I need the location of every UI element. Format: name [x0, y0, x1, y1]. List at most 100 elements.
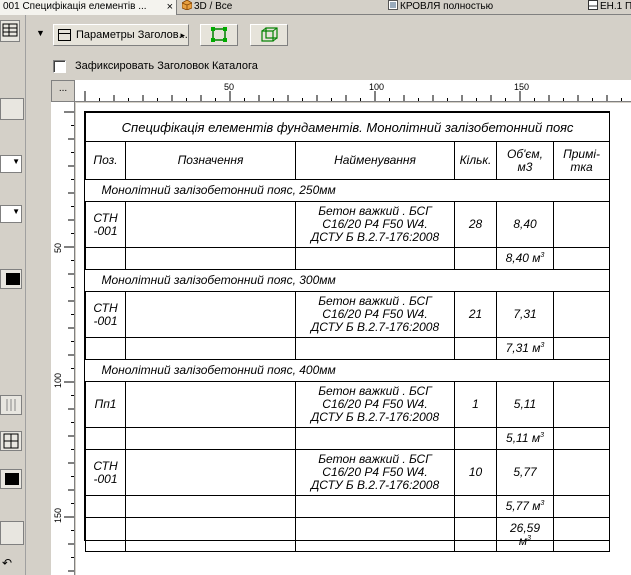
header-designation[interactable]: Позначення [125, 141, 296, 180]
subtotal-row: 5,11 м3 [85, 427, 611, 450]
cell-pos[interactable]: Пп1 [85, 381, 126, 428]
cell-pos[interactable]: СТН -001 [85, 201, 126, 248]
header-pos[interactable]: Поз. [85, 141, 126, 180]
pos-line1: СТН [93, 210, 118, 225]
fix-header-checkbox[interactable] [53, 60, 66, 73]
cell-volume[interactable]: 7,31 [496, 291, 554, 338]
left-panel-button[interactable] [0, 98, 24, 120]
unit-power: 3 [540, 342, 545, 349]
table-row[interactable]: СТН -001 Бетон важкий . БСГ С16/20 Р4 F50 … [85, 291, 611, 338]
left-panel-button-2[interactable] [0, 521, 24, 545]
header-volume[interactable]: Об'єм, м3 [496, 141, 554, 180]
table-icon [2, 23, 18, 37]
cell-designation[interactable] [125, 449, 296, 496]
cell-name[interactable]: Бетон важкий . БСГ С16/20 Р4 F50 W4. ДСТУ … [295, 381, 455, 428]
material-line3: ДСТУ Б В.2.7-176:2008 [310, 320, 440, 334]
subtotal-row: 8,40 м3 [85, 247, 611, 270]
dropdown-arrow-icon: ▼ [12, 207, 20, 216]
table-view-button[interactable] [0, 20, 20, 42]
unit-power: 3 [540, 252, 545, 259]
cell-designation[interactable] [125, 291, 296, 338]
cell-note[interactable] [552, 291, 611, 338]
cell-qty[interactable]: 28 [454, 201, 497, 248]
subtotal-row: 5,77 м3 [85, 495, 611, 518]
material-line1: Бетон важкий . БСГ [318, 204, 432, 218]
fill-button[interactable] [0, 469, 22, 489]
cell-pos[interactable]: СТН -001 [85, 449, 126, 496]
subtotal-volume[interactable]: 5,11 м3 [496, 427, 554, 450]
layout-icon [588, 0, 598, 10]
color-swatch-button[interactable] [0, 269, 22, 289]
header-qty[interactable]: Кільк. [454, 141, 497, 180]
subtotal-volume[interactable]: 7,31 м3 [496, 337, 554, 360]
fit-frame-button[interactable] [200, 24, 238, 46]
cell-qty[interactable]: 1 [454, 381, 497, 428]
table-row[interactable]: СТН -001 Бетон важкий . БСГ С16/20 Р4 F50 … [85, 449, 611, 496]
cell-designation[interactable] [125, 381, 296, 428]
plan-view-icon [388, 0, 398, 10]
material-line1: Бетон важкий . БСГ [318, 384, 432, 398]
material-line2: С16/20 Р4 F50 W4. [322, 397, 428, 411]
subtotal-value: 7,31 м [505, 341, 541, 355]
material-line2: С16/20 Р4 F50 W4. [322, 465, 428, 479]
cell-note[interactable] [552, 449, 611, 496]
header-name[interactable]: Найменування [295, 141, 455, 180]
cell-volume[interactable]: 5,11 [496, 381, 554, 428]
table-title[interactable]: Специфікація елементів фундаментів. Моно… [84, 112, 611, 142]
cell-name[interactable]: Бетон важкий . БСГ С16/20 Р4 F50 W4. ДСТУ … [295, 449, 455, 496]
cell-name[interactable]: Бетон важкий . БСГ С16/20 Р4 F50 W4. ДСТУ … [295, 291, 455, 338]
material-line3: ДСТУ Б В.2.7-176:2008 [310, 478, 440, 492]
group-title[interactable]: Монолітний залізобетонний пояс, 300мм [85, 269, 610, 292]
tab-en1[interactable]: ЕН.1 П [585, 0, 631, 15]
total-value: 26,59 [509, 520, 541, 535]
3d-frame-button[interactable] [250, 24, 288, 46]
left-toolbox: ▼ ▼ ↶ [0, 15, 26, 575]
hatch-button[interactable] [0, 395, 22, 415]
unit-power: 3 [527, 534, 532, 542]
tab-label: 001 Специфікація елементів ... [3, 1, 147, 12]
cell-volume[interactable]: 8,40 [496, 201, 554, 248]
ruler-corner-button[interactable]: ... [51, 80, 75, 102]
pos-line2: -001 [93, 471, 118, 486]
total-unit: м [518, 533, 528, 548]
cell-qty[interactable]: 10 [454, 449, 497, 496]
cell-note[interactable] [552, 201, 611, 248]
color-swatch [6, 273, 20, 285]
tab-roof[interactable]: КРОВЛЯ полностью [385, 0, 575, 15]
table-row[interactable]: Пп1 Бетон важкий . БСГ С16/20 Р4 F50 W4. Д… [85, 381, 611, 428]
vertical-ruler[interactable]: 50 100 150 [51, 102, 75, 575]
cell-qty[interactable]: 21 [454, 291, 497, 338]
tab-specification[interactable]: 001 Специфікація елементів ... × [0, 0, 177, 15]
header-parameters-button[interactable]: Параметры Заголов... ▸ [53, 24, 189, 46]
cell-note[interactable] [552, 381, 611, 428]
cell-pos[interactable]: СТН -001 [85, 291, 126, 338]
cell-name[interactable]: Бетон важкий . БСГ С16/20 Р4 F50 W4. ДСТУ … [295, 201, 455, 248]
group-title[interactable]: Монолітний залізобетонний пояс, 400мм [85, 359, 610, 382]
undo-icon[interactable]: ↶ [2, 556, 12, 570]
left-dropdown-1[interactable]: ▼ [0, 155, 22, 173]
horizontal-ruler-ticks: 50 100 150 [84, 82, 622, 101]
header-note[interactable]: Примі-тка [552, 141, 611, 180]
close-tab-icon[interactable]: × [167, 0, 173, 14]
toolbar-menu-arrow-icon[interactable]: ▼ [36, 28, 45, 38]
subtotal-value: 8,40 м [505, 251, 541, 265]
subtotal-volume[interactable]: 5,77 м3 [496, 495, 554, 518]
material-line3: ДСТУ Б В.2.7-176:2008 [310, 230, 440, 244]
grid-button[interactable] [0, 431, 22, 451]
cell-volume[interactable]: 5,77 [496, 449, 554, 496]
pos-line2: -001 [93, 223, 118, 238]
left-dropdown-2[interactable]: ▼ [0, 205, 22, 223]
group-title[interactable]: Монолітний залізобетонний пояс, 250мм [85, 179, 610, 202]
pos-line2: -001 [93, 313, 118, 328]
subtotal-volume[interactable]: 8,40 м3 [496, 247, 554, 270]
header-volume-line2: м3 [517, 159, 533, 174]
unit-power: 3 [540, 432, 544, 439]
total-volume[interactable]: 26,59 м3 [496, 517, 554, 552]
tab-3d[interactable]: 3D / Все [179, 0, 369, 15]
hatch-icon [6, 399, 16, 411]
horizontal-ruler[interactable]: 50 100 150 [75, 80, 631, 102]
ruler-label: 50 [224, 82, 234, 92]
grid-icon [3, 433, 19, 449]
cell-designation[interactable] [125, 201, 296, 248]
table-row[interactable]: СТН -001 Бетон важкий . БСГ С16/20 Р4 F50 … [85, 201, 611, 248]
